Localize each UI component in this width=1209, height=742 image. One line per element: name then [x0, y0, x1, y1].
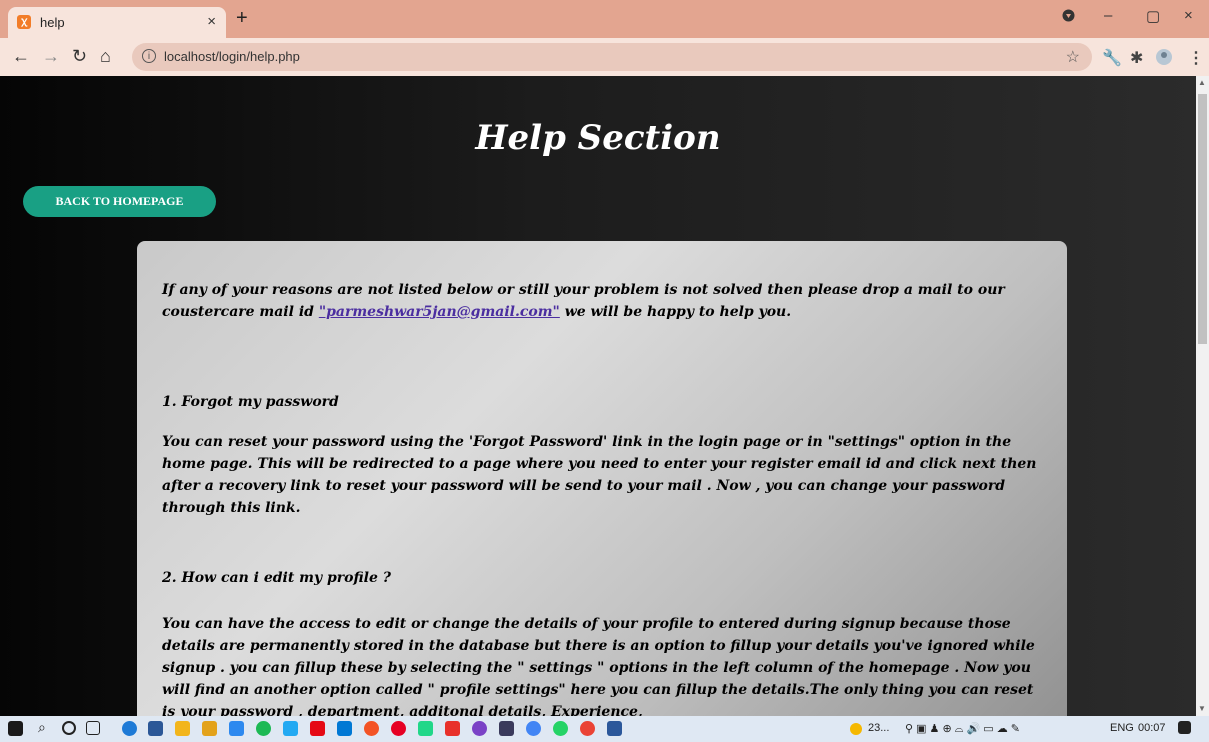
- support-email-link[interactable]: "parmeshwar5jan@gmail.com": [319, 304, 560, 320]
- search-icon[interactable]: ⌕: [38, 719, 46, 736]
- netflix-icon[interactable]: [310, 721, 325, 736]
- chrome-icon[interactable]: [526, 721, 541, 736]
- help-content-card: If any of your reasons are not listed be…: [137, 241, 1067, 716]
- origin-icon[interactable]: [364, 721, 379, 736]
- tab-help[interactable]: ꭓ help ×: [8, 7, 226, 38]
- vlc-icon[interactable]: [202, 721, 217, 736]
- cortana-icon[interactable]: [62, 721, 76, 735]
- forward-arrow-icon[interactable]: →: [42, 46, 60, 66]
- new-tab-button[interactable]: +: [236, 8, 248, 28]
- file-explorer-icon[interactable]: [175, 721, 190, 736]
- back-to-homepage-button[interactable]: BACK TO HOMEPAGE: [23, 186, 216, 217]
- store-icon[interactable]: [148, 721, 163, 736]
- close-tab-icon[interactable]: ×: [207, 13, 216, 30]
- faq-question-1: 1. Forgot my password: [162, 394, 339, 410]
- faq-answer-1: You can reset your password using the 'F…: [162, 434, 1037, 516]
- maximize-button[interactable]: ▢: [1146, 7, 1160, 25]
- pycharm-icon[interactable]: [418, 721, 433, 736]
- url-text[interactable]: localhost/login/help.php: [164, 49, 300, 64]
- reload-icon[interactable]: ↻: [72, 46, 87, 66]
- home-icon[interactable]: ⌂: [100, 46, 111, 66]
- task-view-icon[interactable]: [86, 721, 100, 735]
- clock[interactable]: 00:07: [1138, 722, 1166, 734]
- scrollbar-thumb[interactable]: [1198, 94, 1207, 344]
- bookmark-star-icon[interactable]: ☆: [1066, 47, 1080, 67]
- spotify-icon[interactable]: [256, 721, 271, 736]
- weather-text[interactable]: 23...: [868, 722, 889, 734]
- profile-indicator-icon[interactable]: [1062, 9, 1075, 26]
- close-window-button[interactable]: ×: [1184, 7, 1193, 24]
- word-pad-icon[interactable]: [229, 721, 244, 736]
- vscode-icon[interactable]: [283, 721, 298, 736]
- menu-kebab-icon[interactable]: ⋮: [1188, 48, 1204, 68]
- word-icon[interactable]: [607, 721, 622, 736]
- extension-icon[interactable]: 🔧: [1102, 48, 1122, 68]
- intro-text-end: we will be happy to help you.: [559, 304, 792, 320]
- xampp-icon: ꭓ: [17, 15, 31, 29]
- terminal-icon[interactable]: [499, 721, 514, 736]
- acrobat-icon[interactable]: [445, 721, 460, 736]
- minimize-button[interactable]: –: [1104, 7, 1112, 24]
- pinterest-icon[interactable]: [391, 721, 406, 736]
- edge-icon[interactable]: [122, 721, 137, 736]
- page-viewport: Help Section BACK TO HOMEPAGE If any of …: [0, 76, 1196, 716]
- intro-paragraph: If any of your reasons are not listed be…: [162, 279, 1042, 323]
- page-scrollbar[interactable]: ▲ ▼: [1196, 76, 1209, 716]
- faq-answer-2: You can have the access to edit or chang…: [162, 616, 1035, 716]
- language-indicator[interactable]: ENG: [1110, 722, 1134, 734]
- system-tray-icons[interactable]: ⚲ ▣ ♟ ⊕ ⌓ 🔊 ▭ ☁ ✎: [905, 722, 1020, 736]
- site-info-icon[interactable]: i: [142, 49, 156, 63]
- page-title: Help Section: [475, 118, 721, 158]
- back-arrow-icon[interactable]: ←: [12, 46, 30, 66]
- browser-tab-strip: ꭓ help × + – ▢ ×: [0, 0, 1209, 38]
- windows-start-icon[interactable]: [8, 721, 23, 736]
- tor-browser-icon[interactable]: [472, 721, 487, 736]
- scroll-up-arrow-icon[interactable]: ▲: [1198, 78, 1206, 87]
- chrome-canary-icon[interactable]: [580, 721, 595, 736]
- mail-icon[interactable]: [337, 721, 352, 736]
- tab-title: help: [40, 15, 65, 30]
- profile-avatar-icon[interactable]: [1155, 48, 1173, 71]
- whatsapp-icon[interactable]: [553, 721, 568, 736]
- puzzle-extensions-icon[interactable]: ✱: [1130, 48, 1143, 68]
- notifications-icon[interactable]: [1178, 721, 1191, 734]
- browser-toolbar: ← → ↻ ⌂ i localhost/login/help.php ☆ 🔧 ✱…: [0, 38, 1209, 76]
- scroll-down-arrow-icon[interactable]: ▼: [1198, 704, 1206, 713]
- address-bar[interactable]: i localhost/login/help.php ☆: [132, 43, 1092, 71]
- weather-icon[interactable]: [850, 723, 862, 735]
- windows-taskbar: ⌕ 23... ⚲ ▣ ♟ ⊕ ⌓ 🔊 ▭ ☁ ✎ ENG 00:07: [0, 716, 1209, 742]
- faq-question-2: 2. How can i edit my profile ?: [162, 570, 391, 586]
